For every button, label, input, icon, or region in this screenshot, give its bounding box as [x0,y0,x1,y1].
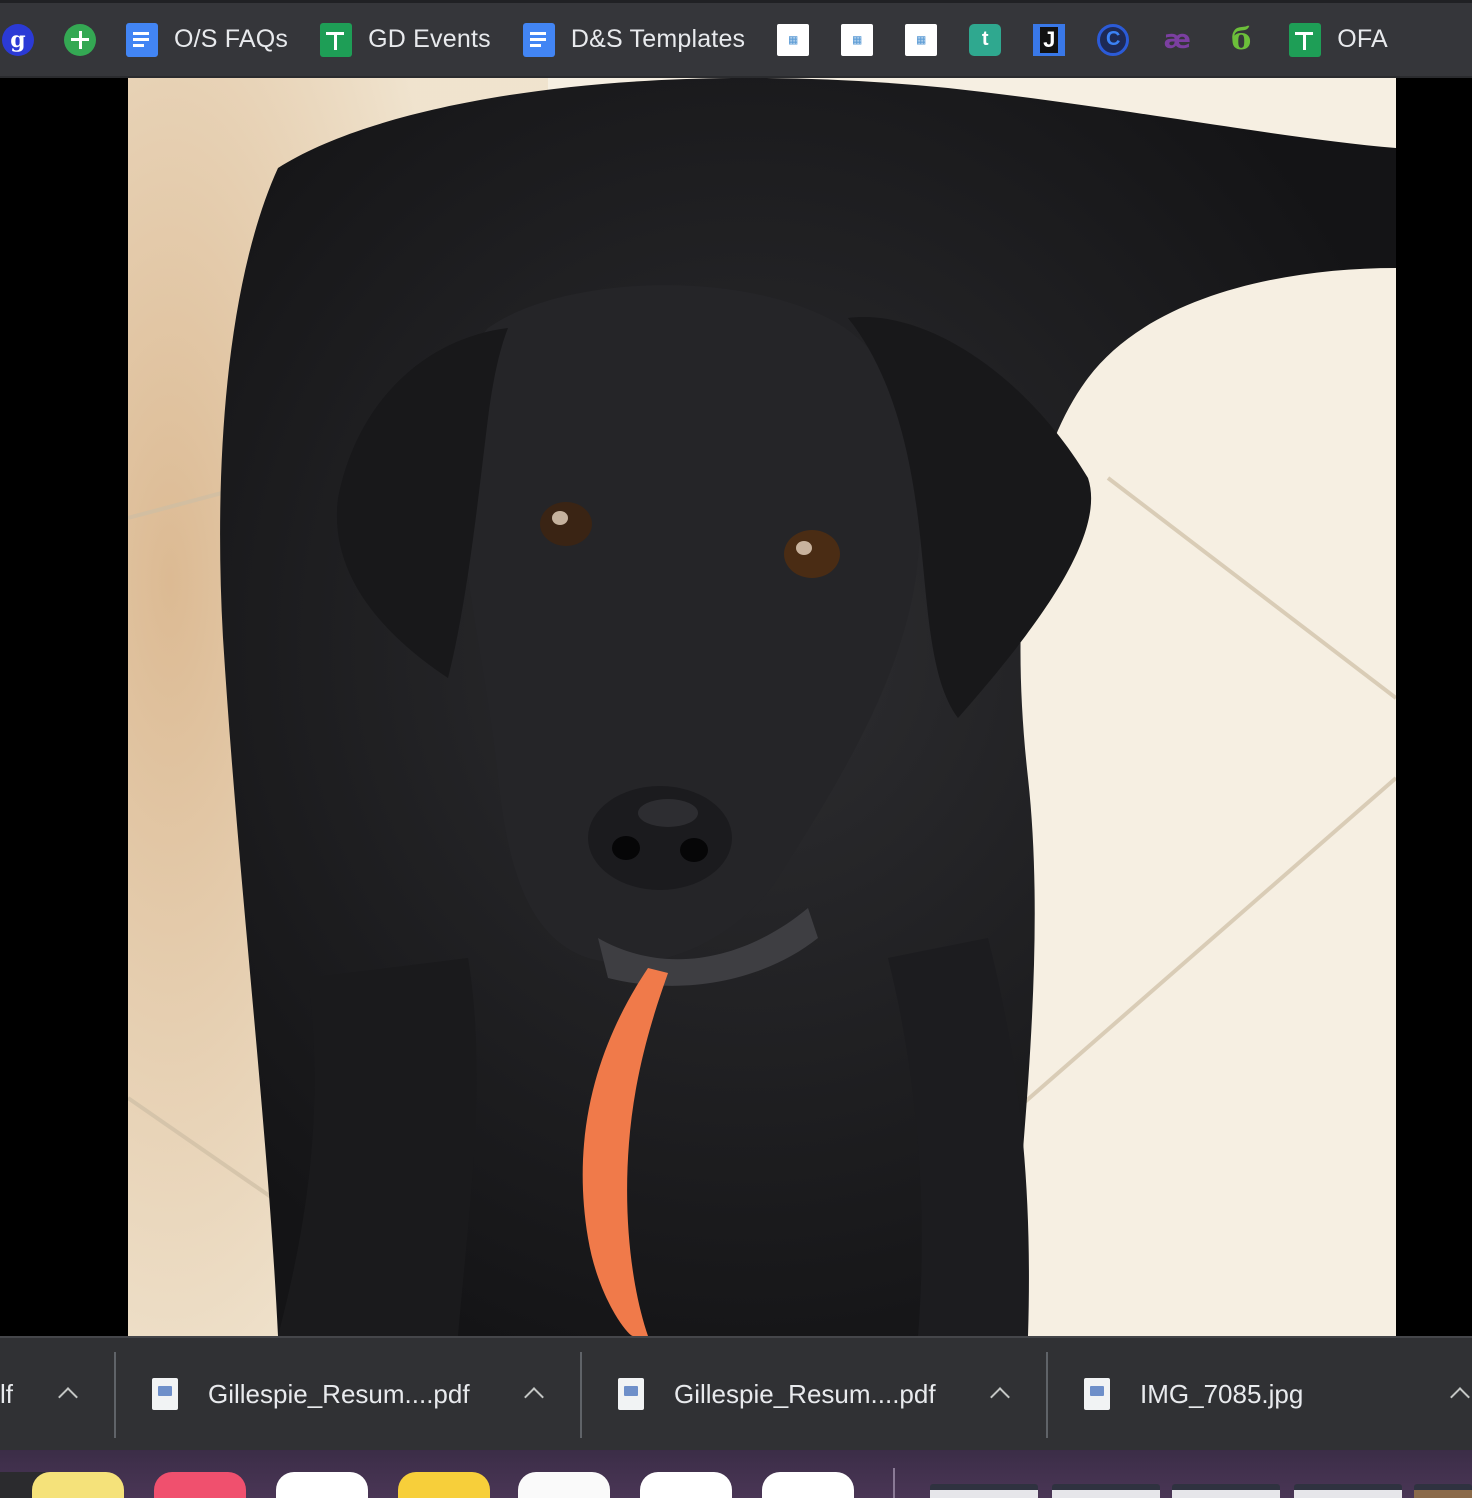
bookmark-grid-1[interactable]: ▦ [777,16,810,64]
slack-app-icon[interactable] [640,1472,732,1498]
mail-app-icon[interactable] [276,1472,368,1498]
bookmark-j-app[interactable]: J [1033,16,1066,64]
bookmarks-bar: g O/S FAQs GD Events D&S Templates ▦ ▦ ▦… [0,0,1472,78]
bookmark-grid-3[interactable]: ▦ [905,16,938,64]
download-filename: lf [0,1378,13,1409]
download-filename: IMG_7085.jpg [1140,1378,1304,1409]
bookmark-ae-app[interactable]: æ [1161,16,1193,64]
bookmark-label: GD Events [368,25,491,53]
stickies-app-icon[interactable] [32,1472,124,1498]
macos-dock [0,1450,1472,1498]
google-sheets-icon [320,22,353,57]
bookmark-leaf-app[interactable]: б [1225,16,1257,64]
chevron-up-icon[interactable] [519,1378,549,1408]
divider [580,1352,582,1438]
ae-app-icon: æ [1163,24,1191,55]
j-app-icon: J [1033,23,1066,56]
dock-divider [893,1468,895,1498]
pdf-file-icon [618,1378,644,1410]
divider [114,1352,116,1438]
bookmark-t-app[interactable]: t [969,16,1002,64]
minimized-window-thumbnail[interactable] [1294,1484,1402,1498]
dog-illustration [128,78,1396,1336]
bookmark-ds-templates[interactable]: D&S Templates [522,16,746,64]
bookmark-grid-2[interactable]: ▦ [841,16,874,64]
downloads-bar: lf Gillespie_Resum....pdf Gillespie_Resu… [0,1336,1472,1450]
black-dog-photo [128,78,1396,1336]
download-filename: Gillespie_Resum....pdf [674,1378,936,1409]
chevron-up-icon[interactable] [985,1378,1015,1408]
bookmark-os-faqs[interactable]: O/S FAQs [126,16,288,64]
grid-app-icon: ▦ [905,23,938,56]
grid-app-icon: ▦ [841,23,874,56]
leaf-app-icon: б [1231,22,1252,57]
google-sheets-icon [1289,22,1322,57]
c-app-icon: C [1097,23,1130,56]
image-viewer [0,78,1472,1336]
bookmark-goodreads[interactable]: g [2,16,34,64]
bookmark-label: D&S Templates [570,25,746,53]
download-filename: Gillespie_Resum....pdf [208,1378,470,1409]
grid-app-icon: ▦ [777,23,810,56]
bookmark-c-app[interactable]: C [1097,16,1130,64]
google-docs-icon [522,22,555,57]
bookmark-label: O/S FAQs [174,25,289,53]
goodreads-g-icon: g [2,23,34,56]
t-app-icon: t [969,23,1002,56]
bookmark-label: OFA [1337,25,1388,53]
pages-app-icon[interactable] [518,1472,610,1498]
bookmark-ofa[interactable]: OFA [1289,16,1388,64]
minimized-window-thumbnail[interactable] [930,1484,1038,1498]
download-item-partial[interactable]: lf [0,1338,13,1450]
bookmark-gd-events[interactable]: GD Events [320,16,491,64]
chevron-up-icon[interactable] [53,1378,83,1408]
google-docs-icon [126,22,158,57]
download-item[interactable]: Gillespie_Resum....pdf [618,1338,936,1450]
divider [1046,1352,1048,1438]
minimized-window-thumbnail[interactable] [1172,1484,1280,1498]
image-file-icon [1084,1378,1110,1410]
pdf-file-icon [152,1378,178,1410]
red-circle-app-icon[interactable] [762,1472,854,1498]
chevron-up-icon[interactable] [1445,1378,1472,1408]
minimized-window-thumbnail[interactable] [1052,1484,1160,1498]
music-app-icon[interactable] [154,1472,246,1498]
notes-app-icon[interactable] [398,1472,490,1498]
bookmark-add[interactable] [64,16,96,64]
download-item[interactable]: Gillespie_Resum....pdf [152,1338,470,1450]
green-plus-icon [64,23,96,56]
minimized-window-thumbnail[interactable] [1414,1484,1472,1498]
download-item[interactable]: IMG_7085.jpg [1084,1338,1303,1450]
